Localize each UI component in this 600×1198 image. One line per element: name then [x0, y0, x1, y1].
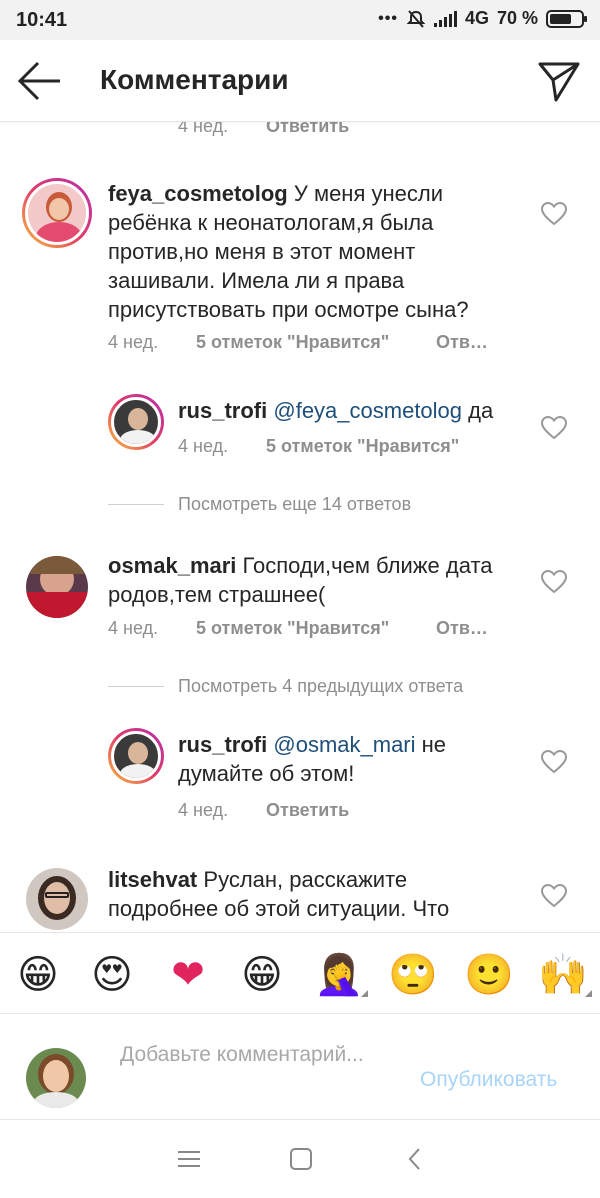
like-heart-icon[interactable]: [541, 884, 567, 908]
emoji-heart-eyes-icon[interactable]: 😍: [88, 951, 136, 999]
comment-time: 4 нед.: [178, 122, 229, 136]
divider-line: [108, 504, 164, 505]
signal-icon: [433, 10, 457, 27]
reply-button[interactable]: Ответить: [266, 122, 349, 137]
battery-icon: [546, 9, 587, 28]
emoji-heart-icon[interactable]: ❤: [164, 951, 212, 999]
partial-comment-meta: 4 нед. Ответить: [178, 122, 349, 137]
variant-indicator-icon: [585, 990, 592, 997]
like-heart-icon[interactable]: [541, 202, 567, 226]
menu-icon[interactable]: [174, 1144, 204, 1174]
divider-line: [108, 686, 164, 687]
comment-meta: 4 нед. 5 отметок "Нравится": [178, 436, 506, 457]
app-header: Комментарии: [0, 40, 600, 122]
comment-meta: 4 нед. 5 отметок "Нравится" Отв…: [108, 332, 488, 353]
comment-body: rus_trofi @feya_cosmetolog да: [178, 396, 538, 425]
comment-text: да: [468, 398, 494, 423]
likes-count[interactable]: 5 отметок "Нравится": [196, 332, 436, 353]
send-icon[interactable]: [536, 58, 582, 104]
comment-time: 4 нед.: [178, 436, 229, 456]
comment-username[interactable]: osmak_mari: [108, 553, 236, 578]
emoji-glyph: 🤦‍♀️: [314, 953, 364, 997]
like-heart-icon[interactable]: [541, 570, 567, 594]
emoji-facepalm-icon[interactable]: 🤦‍♀️: [314, 951, 368, 999]
mention-link[interactable]: @osmak_mari: [273, 732, 415, 757]
page-title: Комментарии: [100, 64, 289, 95]
emoji-smile-icon[interactable]: 🙂: [464, 951, 514, 999]
avatar[interactable]: [22, 178, 92, 248]
like-heart-icon[interactable]: [541, 416, 567, 440]
comment-username[interactable]: rus_trofi: [178, 732, 267, 757]
publish-button[interactable]: Опубликовать: [420, 1068, 557, 1092]
status-icons: ••• 4G 70 %: [378, 8, 587, 29]
battery-level: [550, 13, 571, 24]
comment-input[interactable]: Добавьте комментарий...: [120, 1040, 400, 1069]
comment-body: litsehvat Руслан, расскажите подробнее о…: [108, 865, 508, 932]
comment-time: 4 нед.: [178, 800, 229, 820]
likes-count[interactable]: 5 отметок "Нравится": [266, 436, 506, 457]
comment-body: rus_trofi @osmak_mari не думайте об этом…: [178, 730, 498, 788]
comment-username[interactable]: litsehvat: [108, 867, 197, 892]
likes-count[interactable]: 5 отметок "Нравится": [196, 618, 436, 639]
comment-body: feya_cosmetolog У меня унесли ребёнка к …: [108, 179, 508, 324]
view-more-label[interactable]: Посмотреть 4 предыдущих ответа: [178, 676, 463, 697]
comments-list[interactable]: 4 нед. Ответить feya_cosmetolog У меня у…: [0, 122, 600, 932]
avatar[interactable]: [26, 868, 88, 930]
emoji-grin-icon[interactable]: 😁: [14, 951, 62, 999]
comment-input-bar: Добавьте комментарий... Опубликовать: [0, 1014, 600, 1120]
avatar[interactable]: [108, 728, 164, 784]
network-label: 4G: [464, 8, 489, 28]
mute-icon: [406, 9, 426, 28]
view-previous-replies[interactable]: Посмотреть 4 предыдущих ответа: [108, 676, 463, 697]
emoji-raised-hands-icon[interactable]: 🙌: [538, 951, 592, 999]
comment-body: osmak_mari Господи,чем ближе дата родов,…: [108, 551, 528, 609]
avatar[interactable]: [108, 394, 164, 450]
like-heart-icon[interactable]: [541, 750, 567, 774]
mention-link[interactable]: @feya_cosmetolog: [273, 398, 462, 423]
emoji-glyph: 🙌: [538, 953, 588, 997]
view-more-label[interactable]: Посмотреть еще 14 ответов: [178, 494, 411, 515]
comment-meta: 4 нед. 5 отметок "Нравится" Отв…: [108, 618, 488, 639]
comment-username[interactable]: feya_cosmetolog: [108, 181, 288, 206]
reply-button[interactable]: Ответить: [266, 800, 349, 821]
status-bar: 10:41 ••• 4G 70 %: [0, 0, 600, 40]
emoji-quick-bar: 😁 😍 ❤ 😁 🤦‍♀️ 🙄 🙂 🙌: [0, 932, 600, 1014]
comment-time: 4 нед.: [108, 332, 159, 352]
battery-label: 70 %: [496, 8, 538, 28]
view-more-replies[interactable]: Посмотреть еще 14 ответов: [108, 494, 411, 515]
avatar[interactable]: [26, 556, 88, 618]
back-icon[interactable]: [400, 1144, 430, 1174]
current-user-avatar: [26, 1048, 86, 1108]
comment-meta: 4 нед. Ответить: [178, 800, 349, 821]
system-nav-bar: [0, 1120, 600, 1198]
comment-time: 4 нед.: [108, 618, 159, 638]
emoji-grin-icon[interactable]: 😁: [238, 951, 286, 999]
reply-button[interactable]: Отв…: [436, 618, 488, 639]
status-time: 10:41: [16, 9, 68, 31]
emoji-eye-roll-icon[interactable]: 🙄: [388, 951, 438, 999]
comment-username[interactable]: rus_trofi: [178, 398, 267, 423]
variant-indicator-icon: [361, 990, 368, 997]
reply-button[interactable]: Отв…: [436, 332, 488, 353]
back-arrow-icon[interactable]: [14, 58, 64, 104]
home-icon[interactable]: [286, 1144, 316, 1174]
more-dots-icon: •••: [378, 9, 398, 27]
